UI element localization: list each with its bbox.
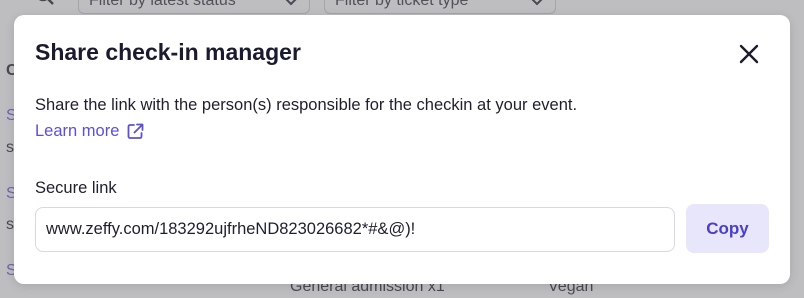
share-checkin-dialog: Share check-in manager Share the link wi…: [14, 15, 790, 284]
external-link-icon: [127, 123, 144, 139]
copy-button[interactable]: Copy: [686, 204, 769, 253]
dialog-description: Share the link with the person(s) respon…: [35, 96, 578, 114]
close-button[interactable]: [736, 41, 762, 67]
secure-link-label: Secure link: [35, 179, 117, 197]
close-icon: [739, 44, 759, 64]
learn-more-label: Learn more: [35, 122, 120, 140]
dialog-title: Share check-in manager: [35, 39, 301, 65]
secure-link-input[interactable]: [35, 207, 675, 252]
learn-more-link[interactable]: Learn more: [35, 122, 144, 141]
